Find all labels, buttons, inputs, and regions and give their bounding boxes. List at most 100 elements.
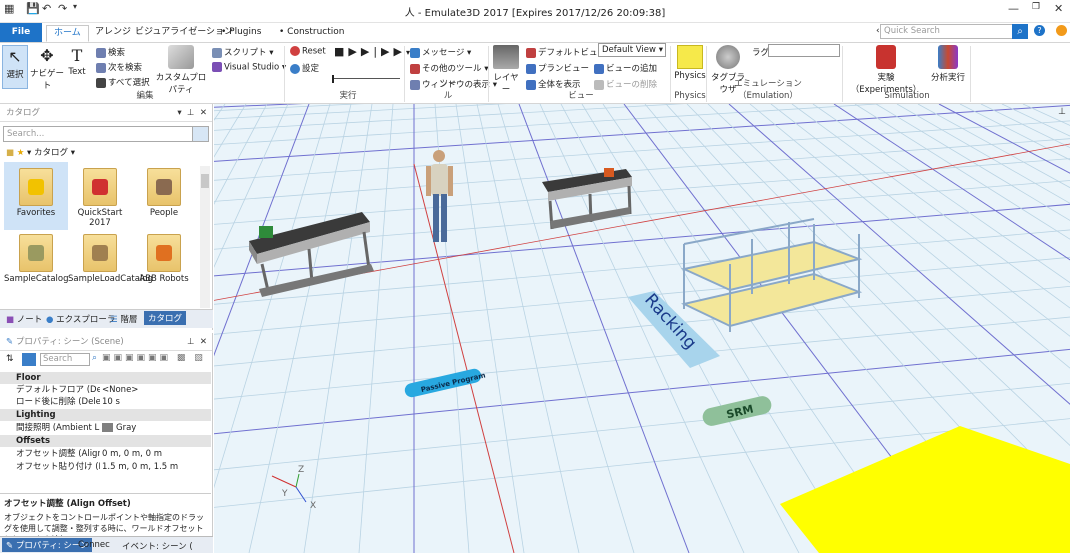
category-lighting[interactable]: Lighting xyxy=(0,409,211,421)
property-value[interactable]: Gray xyxy=(102,422,136,434)
tab-explorer-label: エクスプローラ xyxy=(56,315,116,325)
plan-view-button[interactable]: プランビュー xyxy=(526,62,589,74)
custom-properties-button[interactable]: カスタムプロパティ xyxy=(152,45,210,95)
property-align-offset[interactable]: オフセット調整 (Align O0 m, 0 m, 0 m xyxy=(0,448,211,460)
step-icon[interactable]: ▶| xyxy=(361,45,381,58)
other-tools-button[interactable]: その他のツール ▾ xyxy=(410,62,488,74)
properties-icon xyxy=(168,45,194,69)
delete-view-button[interactable]: ビューの削除 xyxy=(594,78,657,90)
category-floor[interactable]: Floor xyxy=(0,372,211,384)
axis-label-y: Y xyxy=(281,489,288,499)
catalog-search-input[interactable]: Search... xyxy=(3,126,209,142)
catalog-folder-samplecatalog[interactable]: SampleCatalog xyxy=(4,234,69,284)
wrench-icon: ✎ xyxy=(6,337,14,347)
catalog-folder-people[interactable]: People xyxy=(132,168,196,218)
layer-button[interactable]: レイヤー xyxy=(492,45,520,95)
properties-search-input[interactable]: Search xyxy=(40,353,90,366)
property-value[interactable]: 10 s xyxy=(102,396,120,408)
tab-plugins[interactable]: • Plugins xyxy=(214,25,268,42)
play-icon[interactable]: ▶ xyxy=(348,45,360,58)
catalog-scrollbar[interactable] xyxy=(200,166,210,308)
search-icon[interactable] xyxy=(192,127,208,141)
tag-input[interactable] xyxy=(768,44,840,57)
grid-line xyxy=(214,104,685,131)
property-default-floor[interactable]: デフォルトフロア (Default<None> xyxy=(0,384,211,396)
note-icon: ■ xyxy=(6,315,15,325)
message-button[interactable]: メッセージ ▾ xyxy=(410,46,471,58)
fast-forward-icon[interactable]: ▶▶ xyxy=(381,45,406,58)
group-physics-label: Physics xyxy=(674,91,706,101)
property-value[interactable]: <None> xyxy=(102,384,138,396)
tab-home[interactable]: ホーム xyxy=(46,25,89,42)
default-view-button[interactable]: デフォルトビュー xyxy=(526,46,606,58)
properties-toolbar[interactable]: ▣▣▣▣▣▣ ▩ ▧ xyxy=(102,353,206,363)
quick-search-input[interactable]: Quick Search xyxy=(880,24,1018,39)
pin-icon[interactable]: ⊥ xyxy=(1058,107,1066,117)
property-delete-after-load[interactable]: ロード後に削除 (Delete10 s xyxy=(0,396,211,408)
experiments-button[interactable]: 実験（Experiments） xyxy=(846,45,926,95)
help-icon[interactable]: ? xyxy=(1034,25,1045,36)
playback-controls[interactable]: ■▶▶|▶▶▾ xyxy=(334,45,414,58)
add-view-button[interactable]: ビューの追加 xyxy=(594,62,657,74)
separator xyxy=(842,46,843,102)
search-icon[interactable]: ⌕ xyxy=(1012,24,1028,39)
tab-file[interactable]: File xyxy=(0,23,42,42)
visual-studio-button[interactable]: Visual Studio ▾ xyxy=(212,62,286,73)
bottom-tab-bar: ✎ プロパティ: シーン Connec イベント: シーン ( xyxy=(0,536,213,553)
folder-icon xyxy=(83,234,117,272)
tab-construction[interactable]: • Construction xyxy=(272,25,351,42)
catalog-folder-abb-robots[interactable]: ABB Robots xyxy=(132,234,196,284)
3d-viewport[interactable]: Racking Passive Program SRM Z Y X ⊥ xyxy=(214,104,1070,553)
property-ambient-light[interactable]: 間接照明 (Ambient Lig Gray xyxy=(0,422,211,434)
category-lighting-label: Lighting xyxy=(16,410,56,420)
select-button[interactable]: ↖ 選択 xyxy=(2,45,28,89)
search-next-button[interactable]: 次を検索 xyxy=(96,61,142,73)
category-view-icon[interactable] xyxy=(22,353,36,366)
property-value[interactable]: 1.5 m, 0 m, 1.5 m xyxy=(102,461,178,473)
group-view-label: ビュー xyxy=(568,91,594,101)
catalog-title: カタログ xyxy=(6,108,41,118)
show-all-icon xyxy=(526,79,536,90)
view-select[interactable]: Default View ▾ xyxy=(598,43,666,57)
tab-note[interactable]: ■ ノート xyxy=(6,313,42,325)
search-icon[interactable]: ⌕ xyxy=(92,353,97,363)
tab-hierarchy[interactable]: ☰ 階層 xyxy=(110,313,137,325)
group-tools-label: ツール xyxy=(439,79,457,101)
catalog-folder-favorites[interactable]: Favorites xyxy=(4,168,68,218)
category-offsets[interactable]: Offsets xyxy=(0,435,211,447)
select-all-button[interactable]: すべて選択 xyxy=(96,76,150,88)
ambient-value: Gray xyxy=(116,423,137,433)
tab-explorer[interactable]: ● エクスプローラ xyxy=(46,313,115,325)
sort-icon[interactable]: ⇅ xyxy=(6,354,14,364)
folder-icon xyxy=(147,168,181,206)
property-paste-offset[interactable]: オフセット貼り付け (Paste1.5 m, 0 m, 1.5 m xyxy=(0,461,211,473)
speed-slider[interactable] xyxy=(332,73,400,83)
chevron-down-icon: ▾ xyxy=(658,45,663,55)
pane-controls[interactable]: ▾ ⊥ ✕ xyxy=(177,104,207,122)
settings-button[interactable]: 設定 xyxy=(290,62,319,74)
tab-connect[interactable]: Connec xyxy=(78,540,110,550)
reset-button[interactable]: Reset xyxy=(290,46,326,57)
catalog-folder-sampleloadcatalog[interactable]: SampleLoadCatalog xyxy=(68,234,153,284)
script-button[interactable]: スクリプト ▾ xyxy=(212,46,273,58)
navigate-button[interactable]: ✥ ナビゲート xyxy=(30,45,64,91)
tab-connect-label: Connec xyxy=(78,540,110,550)
search-button[interactable]: 検索 xyxy=(96,46,125,58)
tab-catalog[interactable]: カタログ xyxy=(144,311,187,325)
text-button[interactable]: T Text xyxy=(66,45,88,77)
account-icon[interactable] xyxy=(1056,25,1067,36)
close-icon[interactable]: ✕ xyxy=(1054,2,1063,15)
tab-events[interactable]: イベント: シーン ( xyxy=(122,540,193,552)
property-value[interactable]: 0 m, 0 m, 0 m xyxy=(102,448,162,460)
physics-button[interactable]: Physics xyxy=(674,45,706,81)
restore-icon[interactable]: ❐ xyxy=(1032,2,1040,12)
stop-icon[interactable]: ■ xyxy=(334,45,348,58)
star-icon xyxy=(28,179,44,195)
tab-events-label: イベント: シーン ( xyxy=(122,542,193,552)
minimize-icon[interactable]: — xyxy=(1008,2,1019,15)
catalog-folder-quickstart[interactable]: QuickStart 2017 xyxy=(68,168,132,228)
message-icon xyxy=(410,47,420,58)
analysis-button[interactable]: 分析実行 xyxy=(928,45,968,83)
pane-controls[interactable]: ⊥ ✕ xyxy=(187,333,207,351)
catalog-breadcrumb[interactable]: ■ ★ ▾ カタログ ▾ xyxy=(6,146,75,158)
